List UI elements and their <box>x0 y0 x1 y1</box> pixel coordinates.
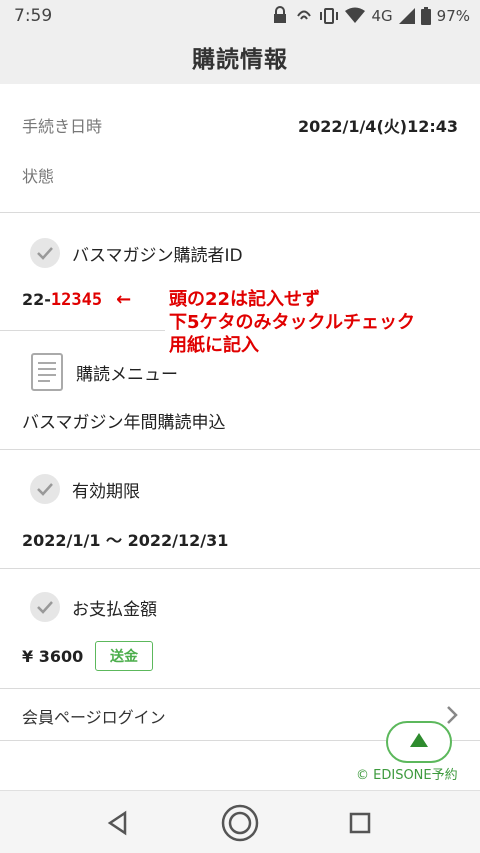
lock-icon <box>271 6 289 26</box>
expiry-header: 有効期限 <box>30 474 140 504</box>
subscriber-id-label: バスマガジン購読者ID <box>72 245 243 266</box>
subscriber-id-prefix: 22- <box>22 290 51 309</box>
payment-header: お支払金額 <box>30 592 157 622</box>
signal-icon <box>398 7 415 25</box>
battery-icon <box>420 7 431 25</box>
nfc-icon <box>295 7 313 25</box>
annotation-arrow: ← <box>116 289 132 310</box>
chevron-right-icon <box>446 705 458 729</box>
status-icons: 4G 97% <box>271 6 470 26</box>
procedure-date-value: 2022/1/4(火)12:43 <box>297 117 458 136</box>
vibrate-icon <box>319 7 339 25</box>
navigation-bar <box>0 790 480 853</box>
subscriber-id-value: 22- 12345 ← <box>22 289 131 310</box>
expiry-value: 2022/1/1 〜 2022/12/31 <box>22 531 229 550</box>
check-icon <box>30 474 60 504</box>
home-button[interactable] <box>216 799 264 847</box>
expiry-label: 有効期限 <box>72 481 140 502</box>
subscriber-id-number: 12345 <box>50 290 103 310</box>
payment-value: ¥ 3600 <box>22 647 84 666</box>
subscriber-id-header: バスマガジン購読者ID <box>30 238 243 268</box>
network-type: 4G <box>371 7 393 25</box>
divider <box>0 568 480 569</box>
divider <box>0 330 165 331</box>
scroll-to-top-button[interactable] <box>386 721 452 763</box>
app-header: 購読情報 <box>0 34 480 84</box>
annotation-line-1: 頭の22は記入せず <box>169 289 321 310</box>
member-login-label: 会員ページログイン <box>22 708 166 727</box>
status-time: 7:59 <box>14 6 53 26</box>
divider <box>0 212 480 213</box>
check-icon <box>30 238 60 268</box>
credit-text: © EDISONE予約 <box>356 768 458 783</box>
check-icon <box>30 592 60 622</box>
status-bar: 7:59 4G 97% <box>0 0 480 34</box>
menu-header: 購読メニュー <box>30 353 178 391</box>
status-label: 状態 <box>22 167 55 186</box>
wifi-icon <box>345 7 366 25</box>
home-icon <box>221 804 259 842</box>
payment-method-badge: 送金 <box>95 641 153 671</box>
menu-value: バスマガジン年間購読申込 <box>22 413 226 433</box>
triangle-up-icon <box>409 732 429 752</box>
back-button[interactable] <box>94 799 142 847</box>
annotation-line-3: 用紙に記入 <box>169 335 259 356</box>
page-title: 購読情報 <box>192 47 288 73</box>
payment-label: お支払金額 <box>72 599 157 620</box>
menu-label: 購読メニュー <box>76 364 178 385</box>
recents-button[interactable] <box>336 799 384 847</box>
procedure-date-label: 手続き日時 <box>22 117 103 136</box>
back-icon <box>107 810 127 836</box>
annotation-line-2: 下5ケタのみタックルチェック <box>169 312 415 333</box>
divider <box>0 449 480 450</box>
recents-icon <box>349 812 371 834</box>
document-icon <box>30 353 64 391</box>
member-login-row[interactable]: 会員ページログイン <box>22 704 458 728</box>
divider <box>0 688 480 689</box>
battery-level: 97% <box>436 7 470 25</box>
